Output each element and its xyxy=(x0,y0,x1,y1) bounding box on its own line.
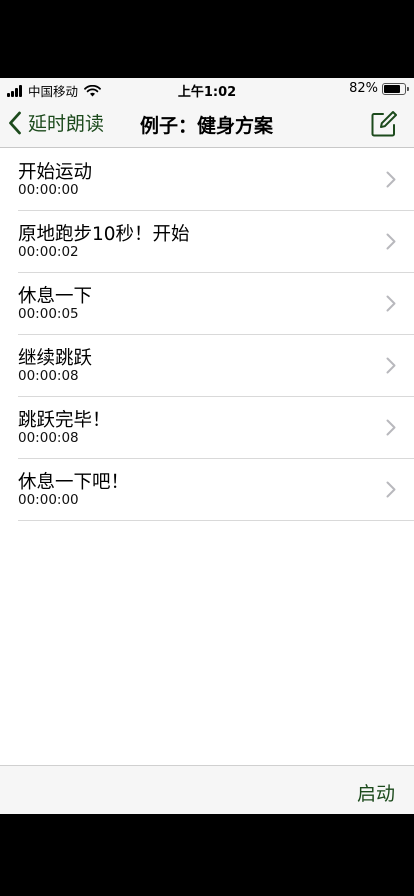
list-item[interactable]: 继续跳跃 00:00:08 xyxy=(18,335,414,397)
signal-icon xyxy=(7,84,23,97)
battery-cap xyxy=(407,86,409,91)
compose-icon[interactable] xyxy=(370,110,398,138)
list-item[interactable]: 休息一下 00:00:05 xyxy=(18,273,414,335)
task-list: 开始运动 00:00:00 原地跑步10秒！开始 00:00:02 休息一下 00:00:… xyxy=(0,149,414,521)
chevron-right-icon xyxy=(386,171,396,188)
back-button[interactable]: 延时朗读 xyxy=(8,109,104,136)
list-item-title: 跳跃完毕！ xyxy=(18,410,111,431)
chevron-right-icon xyxy=(386,295,396,312)
list-item-title: 原地跑步10秒！开始 xyxy=(18,224,190,245)
chevron-left-icon xyxy=(9,111,21,134)
chevron-right-icon xyxy=(386,481,396,498)
status-right: 82% xyxy=(349,81,409,96)
list-item-title: 继续跳跃 xyxy=(18,348,93,369)
list-item-title: 开始运动 xyxy=(18,162,93,183)
navigation-bar: 延时朗读 例子：健身方案 xyxy=(0,100,414,148)
list-item[interactable]: 跳跃完毕！ 00:00:08 xyxy=(18,397,414,459)
bottom-toolbar: 启动 xyxy=(0,765,414,814)
list-item[interactable]: 开始运动 00:00:00 xyxy=(18,149,414,211)
list-item-time: 00:00:00 xyxy=(18,492,79,508)
battery-percentage: 82% xyxy=(349,81,378,96)
list-item[interactable]: 原地跑步10秒！开始 00:00:02 xyxy=(18,211,414,273)
page-title: 例子：健身方案 xyxy=(140,115,274,137)
status-bar: 中国移动 上午1:02 82% xyxy=(0,78,414,100)
status-left: 中国移动 xyxy=(7,81,101,100)
back-label: 延时朗读 xyxy=(28,113,105,135)
list-item-time: 00:00:02 xyxy=(18,244,79,260)
start-button[interactable]: 启动 xyxy=(357,779,395,806)
chevron-right-icon xyxy=(386,419,396,436)
list-item-time: 00:00:08 xyxy=(18,368,79,384)
list-item-time: 00:00:05 xyxy=(18,306,79,322)
list-item-time: 00:00:08 xyxy=(18,430,79,446)
chevron-right-icon xyxy=(386,357,396,374)
list-item-time: 00:00:00 xyxy=(18,182,79,198)
carrier-label: 中国移动 xyxy=(28,84,79,99)
list-item-title: 休息一下 xyxy=(18,286,93,307)
wifi-icon xyxy=(84,84,101,96)
screen: 中国移动 上午1:02 82% 延时朗读 例子：健身方案 开始运动 00:00:… xyxy=(0,78,414,814)
battery-icon xyxy=(382,82,409,95)
list-item-title: 休息一下吧！ xyxy=(18,472,130,493)
battery-fill xyxy=(384,84,401,93)
chevron-right-icon xyxy=(386,233,396,250)
list-item[interactable]: 休息一下吧！ 00:00:00 xyxy=(18,459,414,521)
